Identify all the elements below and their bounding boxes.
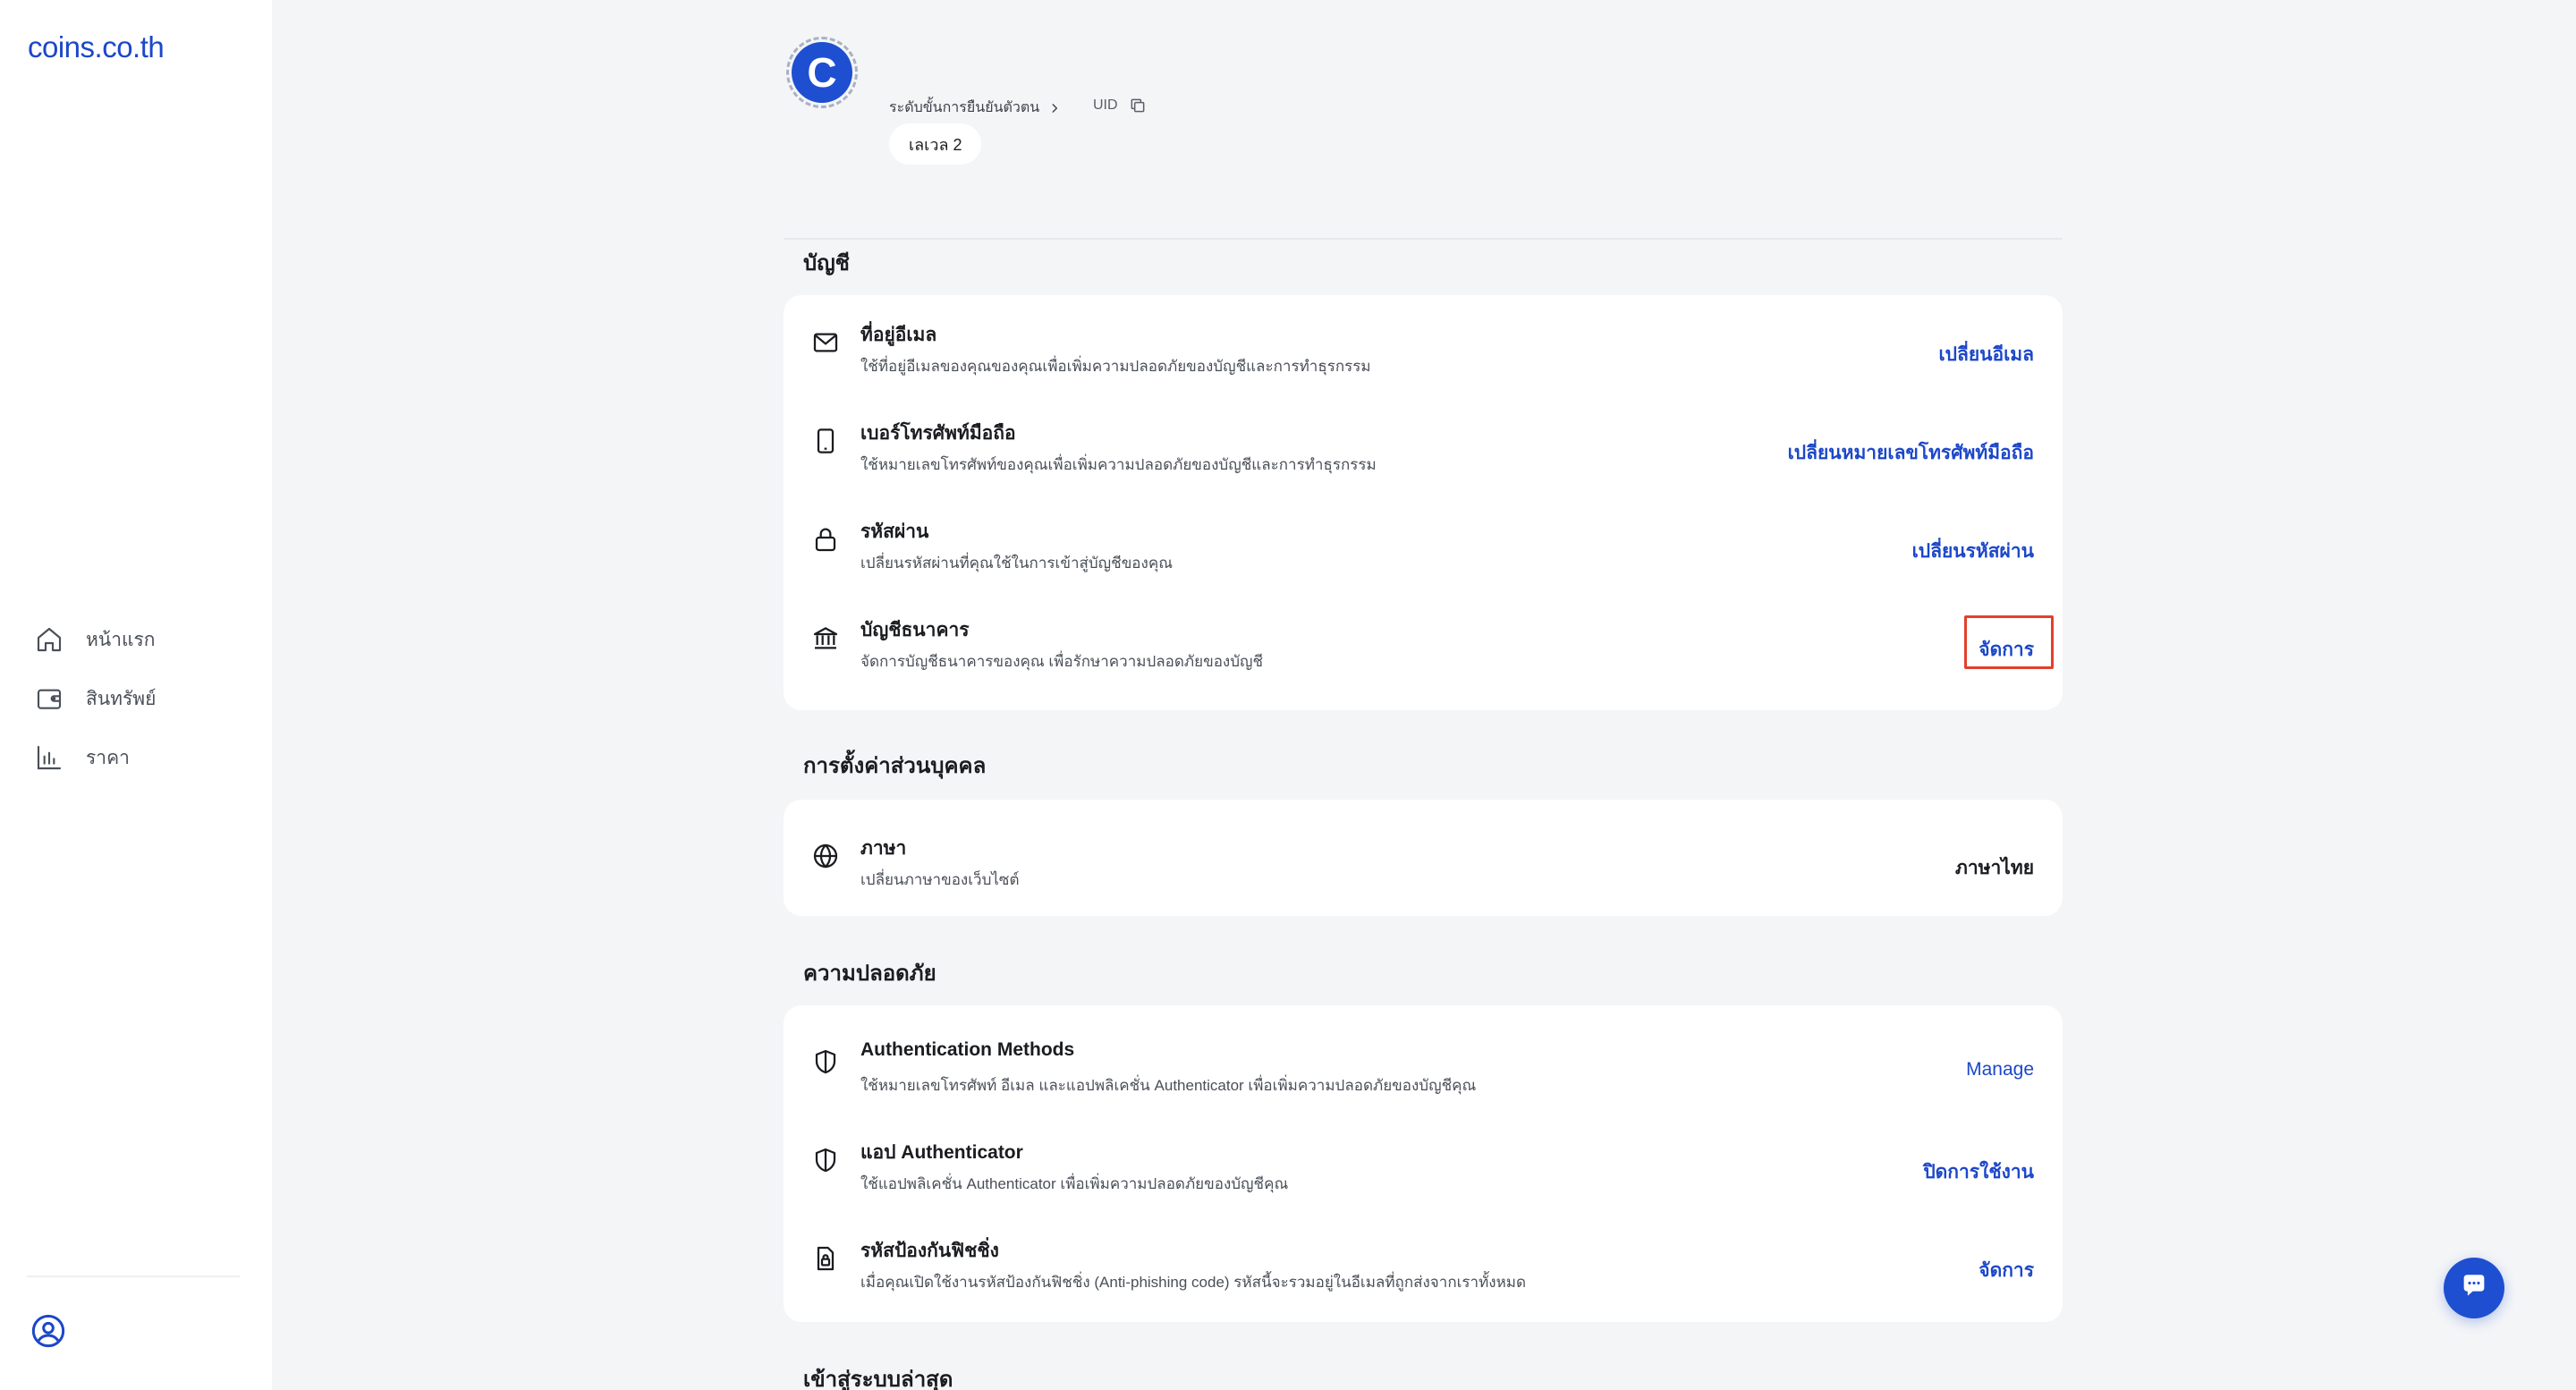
row-title: เบอร์โทรศัพท์มือถือ [860,423,1016,444]
phone-icon [810,426,841,456]
row-description: เปลี่ยนรหัสผ่านที่คุณใช้ในการเข้าสู่บัญช… [860,555,1173,572]
sidebar-item-label: หน้าแรก [86,629,156,650]
row-description: ใช้หมายเลขโทรศัพท์ อีเมล และแอปพลิเคชั่น… [860,1077,1477,1094]
row-description: ใช้ที่อยู่อีเมลของคุณของคุณเพื่อเพิ่มควา… [860,358,1371,375]
sidebar: coins.co.th หน้าแรก สินทรัพย์ ราคา [0,0,272,1390]
row-title: ที่อยู่อีเมล [860,325,937,345]
avatar: C [786,37,858,108]
row-title: ภาษา [860,838,907,859]
row-title: แอป Authenticator [860,1142,1023,1163]
profile-header: C ระดับขั้นการยืนยันตัวตน UID เลเวล 2 [784,34,2063,240]
manage-auth-methods-button[interactable]: Manage [1966,1059,2034,1081]
section-title-recent-login: เข้าสู่ระบบล่าสุด [803,1368,953,1390]
bank-icon [810,623,841,653]
phishing-lock-icon [810,1243,841,1274]
change-email-button[interactable]: เปลี่ยนอีเมล [1938,340,2034,369]
uid-label: UID [1093,97,1118,113]
row-description: เปลี่ยนภาษาของเว็บไซต์ [860,871,1020,888]
list-item-password: รหัสผ่าน เปลี่ยนรหัสผ่านที่คุณใช้ในการเข… [784,492,2063,590]
chat-button[interactable] [2444,1258,2504,1318]
user-circle-icon [30,1314,66,1352]
row-description: ใช้แอปพลิเคชั่น Authenticator เพื่อเพิ่ม… [860,1175,1289,1192]
account-card: ที่อยู่อีเมล ใช้ที่อยู่อีเมลของคุณของคุณ… [784,295,2063,710]
sidebar-nav: หน้าแรก สินทรัพย์ ราคา [34,610,240,787]
row-description: ใช้หมายเลขโทรศัพท์ของคุณเพื่อเพิ่มความปล… [860,456,1377,473]
sidebar-item-home[interactable]: หน้าแรก [34,610,240,669]
chevron-right-icon [1048,102,1061,114]
list-item-bank-account: บัญชีธนาคาร จัดการบัญชีธนาคารของคุณ เพื่… [784,590,2063,689]
list-item-auth-methods: Authentication Methods ใช้หมายเลขโทรศัพท… [784,1014,2063,1113]
manage-anti-phishing-button[interactable]: จัดการ [1979,1256,2034,1285]
kyc-level-link[interactable]: ระดับขั้นการยืนยันตัวตน [889,97,1061,119]
list-item-phone: เบอร์โทรศัพท์มือถือ ใช้หมายเลขโทรศัพท์ขอ… [784,394,2063,492]
chart-icon [34,742,64,773]
globe-icon [810,841,841,871]
copy-icon[interactable] [1129,97,1147,114]
kyc-level-label: ระดับขั้นการยืนยันตัวตน [889,100,1040,115]
sidebar-item-label: ราคา [86,747,130,768]
row-title: รหัสผ่าน [860,521,929,542]
shield-icon [810,1047,841,1077]
sidebar-item-assets[interactable]: สินทรัพย์ [34,669,240,728]
row-title: Authentication Methods [860,1039,1075,1060]
row-title: รหัสป้องกันฟิชชิ่ง [860,1241,999,1261]
shield-icon [810,1145,841,1175]
manage-bank-account-button[interactable]: จัดการ [1979,635,2034,665]
personal-card: ภาษา เปลี่ยนภาษาของเว็บไซต์ ภาษาไทย [784,800,2063,916]
list-item-language[interactable]: ภาษา เปลี่ยนภาษาของเว็บไซต์ ภาษาไทย [784,809,2063,907]
section-title-security: ความปลอดภัย [803,962,936,986]
mail-icon [810,327,841,358]
list-item-email: ที่อยู่อีเมล ใช้ที่อยู่อีเมลของคุณของคุณ… [784,295,2063,394]
chat-icon [2459,1271,2489,1306]
disable-authenticator-button[interactable]: ปิดการใช้งาน [1923,1157,2034,1187]
change-password-button[interactable]: เปลี่ยนรหัสผ่าน [1912,537,2034,566]
row-title: บัญชีธนาคาร [860,620,970,640]
uid-display: UID [1093,97,1147,114]
security-card: Authentication Methods ใช้หมายเลขโทรศัพท… [784,1005,2063,1322]
home-icon [34,624,64,655]
wallet-icon [34,683,64,714]
brand-logo[interactable]: coins.co.th [28,30,165,64]
avatar-letter: C [792,42,852,103]
row-description: เมื่อคุณเปิดใช้งานรหัสป้องกันฟิชชิ่ง (An… [860,1274,1527,1291]
list-item-authenticator-app: แอป Authenticator ใช้แอปพลิเคชั่น Authen… [784,1113,2063,1211]
app-root: coins.co.th หน้าแรก สินทรัพย์ ราคา C ระด… [0,0,2576,1390]
section-title-personal: การตั้งค่าส่วนบุคคล [803,754,987,778]
section-title-account: บัญชี [803,251,850,275]
header-divider [784,238,2063,240]
lock-icon [810,524,841,555]
profile-button[interactable] [30,1313,66,1349]
list-item-anti-phishing: รหัสป้องกันฟิชชิ่ง เมื่อคุณเปิดใช้งานรหั… [784,1211,2063,1309]
level-badge: เลเวล 2 [889,123,982,165]
change-phone-button[interactable]: เปลี่ยนหมายเลขโทรศัพท์มือถือ [1788,438,2034,468]
sidebar-divider [27,1276,240,1277]
sidebar-item-label: สินทรัพย์ [86,688,157,709]
row-description: จัดการบัญชีธนาคารของคุณ เพื่อรักษาความปล… [860,653,1264,670]
sidebar-item-prices[interactable]: ราคา [34,728,240,787]
language-value[interactable]: ภาษาไทย [1955,853,2034,883]
